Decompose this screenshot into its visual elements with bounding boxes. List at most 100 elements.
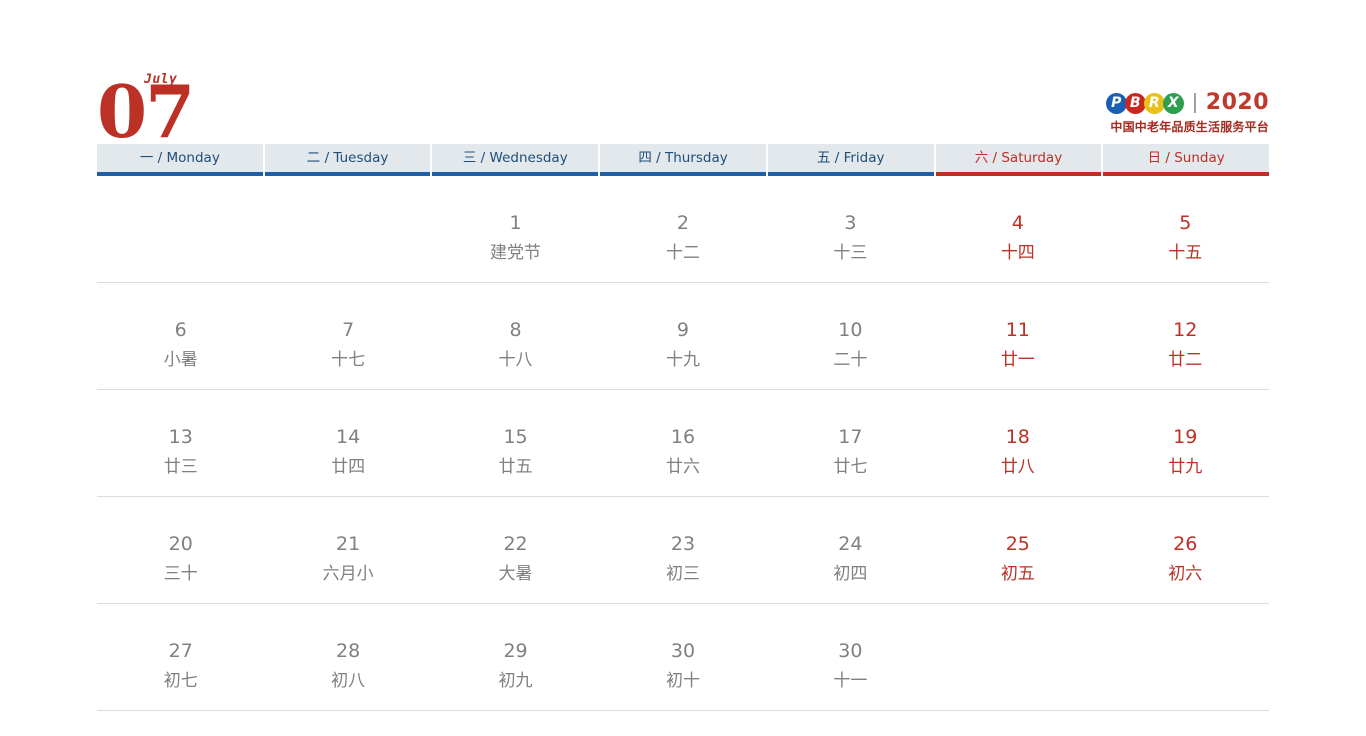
day-number: 10 (838, 319, 863, 341)
weekday-header-row: 一 / Monday 二 / Tuesday 三 / Wednesday 四 / Th… (97, 144, 1270, 176)
lunar-label: 十二 (665, 243, 700, 263)
logo-badge-b-icon: B (1124, 92, 1146, 114)
day-number: 2 (676, 212, 690, 234)
calendar-day-cell[interactable]: 16 廿六 (599, 390, 766, 496)
calendar-day-cell[interactable]: 18 廿八 (934, 390, 1101, 496)
calendar-day-cell[interactable]: 30 初十 (599, 604, 766, 710)
calendar-day-cell[interactable]: 2 十二 (599, 176, 766, 282)
calendar-day-cell[interactable]: 12 廿二 (1102, 283, 1269, 389)
day-number: 25 (1005, 533, 1030, 555)
lunar-label: 初四 (833, 564, 868, 584)
calendar-day-cell[interactable]: 27 初七 (97, 604, 264, 710)
lunar-label: 大暑 (498, 564, 533, 584)
calendar-week-row: 6 小暑 7 十七 8 十八 9 十九 10 二十 11 廿一 12 廿二 (97, 283, 1269, 390)
calendar-day-cell[interactable]: 20 三十 (97, 497, 264, 603)
calendar-week-row: 27 初七 28 初八 29 初九 30 初十 30 十一 (97, 604, 1269, 711)
lunar-label: 廿三 (163, 457, 198, 477)
calendar-day-cell[interactable]: 10 二十 (767, 283, 934, 389)
day-number: 12 (1173, 319, 1198, 341)
calendar-day-cell[interactable]: 30 十一 (767, 604, 934, 710)
calendar-day-cell[interactable]: 8 十八 (432, 283, 599, 389)
calendar-day-cell[interactable]: 26 初六 (1102, 497, 1269, 603)
month-title-block: July 07 (97, 60, 317, 148)
lunar-label: 初九 (498, 671, 533, 691)
day-number: 3 (844, 212, 857, 234)
brand-block: P B R X 2020 中国中老年品质生活服务平台 (969, 90, 1269, 146)
weekday-header-label: 三 / Wednesday (462, 150, 568, 166)
calendar-day-cell[interactable]: 14 廿四 (264, 390, 431, 496)
brand-row: P B R X 2020 (969, 90, 1269, 116)
day-number: 9 (676, 319, 690, 341)
brand-tagline: 中国中老年品质生活服务平台 (1110, 120, 1269, 134)
day-number: 28 (336, 640, 361, 662)
day-number: 17 (838, 426, 863, 448)
calendar-day-cell[interactable]: 6 小暑 (97, 283, 264, 389)
calendar-grid: 1 建党节 2 十二 3 十三 4 十四 5 十五 6 小暑 7 十七 8 十八 9 十九 10 二十 11 廿一 12 廿二… (97, 176, 1269, 711)
brand-year: 2020 (1205, 90, 1269, 115)
weekday-header-label: 六 / Saturday (974, 150, 1063, 166)
day-number: 11 (1005, 319, 1030, 341)
day-number: 26 (1173, 533, 1198, 555)
lunar-label: 廿四 (331, 457, 366, 477)
calendar-day-cell[interactable]: 11 廿一 (934, 283, 1101, 389)
lunar-label: 初八 (331, 671, 366, 691)
day-number: 29 (503, 640, 528, 662)
lunar-label: 十八 (498, 350, 533, 370)
brand-logo: P B R X (1105, 92, 1184, 114)
day-number: 14 (336, 426, 361, 448)
day-number: 1 (509, 212, 522, 234)
calendar-header: July 07 P B R X 2020 中国中老年品质生活服务平台 (97, 60, 1269, 148)
logo-badge-x-icon: X (1162, 92, 1184, 114)
calendar-day-cell[interactable]: 29 初九 (432, 604, 599, 710)
calendar-day-cell[interactable]: 3 十三 (767, 176, 934, 282)
day-number: 19 (1173, 426, 1198, 448)
lunar-label: 初七 (163, 671, 198, 691)
lunar-label: 十九 (665, 350, 700, 370)
calendar-day-cell[interactable]: 23 初三 (599, 497, 766, 603)
day-number: 5 (1179, 212, 1192, 234)
weekday-header-label: 日 / Sunday (1147, 150, 1225, 166)
day-number: 13 (168, 426, 193, 448)
day-number: 4 (1011, 212, 1024, 234)
day-number: 8 (509, 319, 522, 341)
weekday-header-label: 一 / Monday (139, 150, 220, 166)
weekday-header-cell: 六 / Saturday (935, 144, 1104, 176)
lunar-label: 初五 (1000, 564, 1035, 584)
weekday-header-cell: 五 / Friday (767, 144, 936, 176)
calendar-day-cell-empty (97, 176, 264, 282)
calendar-day-cell[interactable]: 15 廿五 (432, 390, 599, 496)
calendar-week-row: 20 三十 21 六月小 22 大暑 23 初三 24 初四 25 初五 26 初六 (97, 497, 1269, 604)
lunar-label: 十三 (833, 243, 868, 263)
lunar-label: 十七 (331, 350, 366, 370)
lunar-label: 廿一 (1000, 350, 1035, 370)
calendar-day-cell[interactable]: 7 十七 (264, 283, 431, 389)
logo-badge-r-icon: R (1143, 92, 1165, 114)
lunar-label: 十一 (833, 671, 868, 691)
lunar-label: 初十 (665, 671, 700, 691)
calendar-day-cell[interactable]: 25 初五 (934, 497, 1101, 603)
calendar-day-cell[interactable]: 24 初四 (767, 497, 934, 603)
lunar-label: 十四 (1000, 243, 1035, 263)
calendar-day-cell[interactable]: 21 六月小 (264, 497, 431, 603)
day-number: 30 (838, 640, 863, 662)
calendar-day-cell[interactable]: 9 十九 (599, 283, 766, 389)
calendar-day-cell[interactable]: 19 廿九 (1102, 390, 1269, 496)
calendar-day-cell[interactable]: 1 建党节 (432, 176, 599, 282)
lunar-label: 廿七 (833, 457, 868, 477)
calendar-day-cell[interactable]: 4 十四 (934, 176, 1101, 282)
calendar-day-cell[interactable]: 22 大暑 (432, 497, 599, 603)
lunar-label: 六月小 (322, 564, 374, 584)
day-number: 27 (168, 640, 193, 662)
calendar-week-row: 13 廿三 14 廿四 15 廿五 16 廿六 17 廿七 18 廿八 19 廿九 (97, 390, 1269, 497)
calendar-day-cell[interactable]: 17 廿七 (767, 390, 934, 496)
day-number: 24 (838, 533, 863, 555)
calendar-page: July 07 P B R X 2020 中国中老年品质生活服务平台 一 / M… (0, 0, 1366, 736)
calendar-day-cell[interactable]: 5 十五 (1102, 176, 1269, 282)
calendar-day-cell[interactable]: 13 廿三 (97, 390, 264, 496)
day-number: 23 (670, 533, 696, 555)
lunar-label: 三十 (163, 564, 198, 584)
lunar-label: 廿二 (1168, 350, 1203, 370)
calendar-day-cell[interactable]: 28 初八 (264, 604, 431, 710)
day-number: 16 (670, 426, 696, 448)
weekday-header-cell: 一 / Monday (97, 144, 265, 176)
